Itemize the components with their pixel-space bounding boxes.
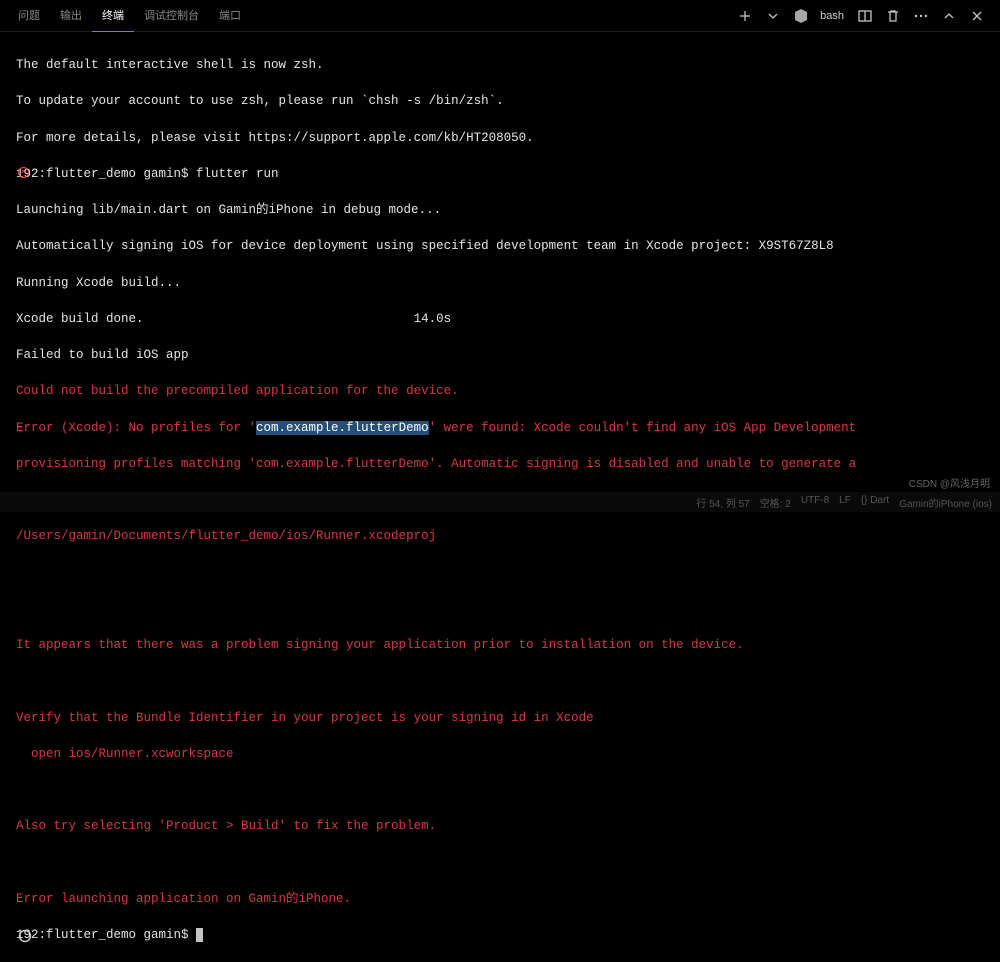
new-terminal-icon[interactable] [736, 7, 754, 25]
error-gutter-icon: × [18, 167, 29, 178]
prompt-gutter-icon [17, 928, 29, 940]
terminal-line: Xcode build done. 14.0s [16, 310, 992, 328]
status-device[interactable]: Gamin的iPhone (ios) [899, 495, 992, 510]
status-encoding[interactable]: UTF-8 [801, 495, 829, 510]
terminal-line: Running Xcode build... [16, 274, 992, 292]
terminal-dropdown-icon[interactable] [764, 7, 782, 25]
status-bar: 行 54, 列 57 空格: 2 UTF-8 LF {} Dart Gamin的… [0, 492, 1000, 512]
status-language[interactable]: {} Dart [861, 495, 889, 510]
terminal-toolbar: bash [736, 7, 992, 25]
tab-problems[interactable]: 问题 [8, 0, 50, 32]
status-eol[interactable]: LF [839, 495, 851, 510]
status-indent[interactable]: 空格: 2 [760, 495, 791, 510]
panel-tabs: 问题 输出 终端 调试控制台 端口 [8, 0, 251, 32]
terminal-line: Failed to build iOS app [16, 346, 992, 364]
terminal-error-line: Verify that the Bundle Identifier in you… [16, 709, 992, 727]
close-panel-icon[interactable] [968, 7, 986, 25]
terminal-error-line: Could not build the precompiled applicat… [16, 382, 992, 400]
terminal-blank-line [16, 672, 992, 690]
terminal-line: ×192:flutter_demo gamin$ flutter run [16, 165, 992, 183]
terminal-blank-line [16, 781, 992, 799]
terminal-error-line: Error launching application on Gamin的iPh… [16, 890, 992, 908]
tab-terminal[interactable]: 终端 [92, 0, 134, 32]
terminal-blank-line [16, 854, 992, 872]
selected-text: com.example.flutterDemo [256, 421, 429, 435]
status-cursor-pos[interactable]: 行 54, 列 57 [696, 495, 749, 510]
terminal-blank-line [16, 564, 992, 582]
terminal-error-line: Also try selecting 'Product > Build' to … [16, 817, 992, 835]
terminal-line: Automatically signing iOS for device dep… [16, 237, 992, 255]
terminal-error-line: Error (Xcode): No profiles for 'com.exam… [16, 419, 992, 437]
terminal-line: The default interactive shell is now zsh… [16, 56, 992, 74]
terminal-error-line: open ios/Runner.xcworkspace [16, 745, 992, 763]
split-terminal-icon[interactable] [856, 7, 874, 25]
terminal-error-line: /Users/gamin/Documents/flutter_demo/ios/… [16, 527, 992, 545]
tab-debug-console[interactable]: 调试控制台 [134, 0, 209, 32]
panel-tab-bar: 问题 输出 终端 调试控制台 端口 bash [0, 0, 1000, 32]
maximize-panel-icon[interactable] [940, 7, 958, 25]
terminal-line: For more details, please visit https://s… [16, 129, 992, 147]
trash-icon[interactable] [884, 7, 902, 25]
terminal-blank-line [16, 600, 992, 618]
tab-output[interactable]: 输出 [50, 0, 92, 32]
terminal-prompt-line: 192:flutter_demo gamin$ [16, 926, 992, 944]
shell-name-label: bash [820, 10, 844, 22]
terminal-line: Launching lib/main.dart on Gamin的iPhone … [16, 201, 992, 219]
terminal-error-line: provisioning profiles matching 'com.exam… [16, 455, 992, 473]
status-right: 行 54, 列 57 空格: 2 UTF-8 LF {} Dart Gamin的… [696, 495, 992, 510]
more-actions-icon[interactable] [912, 7, 930, 25]
watermark-text: CSDN @风浅月明 [909, 475, 990, 490]
terminal-cursor [196, 928, 203, 942]
tab-ports[interactable]: 端口 [209, 0, 251, 32]
shell-type-icon[interactable] [792, 7, 810, 25]
terminal-line: To update your account to use zsh, pleas… [16, 92, 992, 110]
terminal-error-line: It appears that there was a problem sign… [16, 636, 992, 654]
